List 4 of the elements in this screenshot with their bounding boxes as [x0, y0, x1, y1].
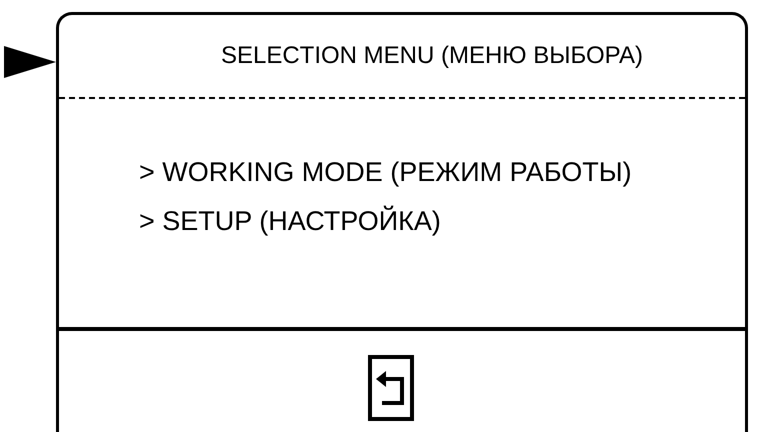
menu-item[interactable]: > WORKING MODE (РЕЖИМ РАБОТЫ) [139, 157, 632, 188]
menu-title: SELECTION MENU (МЕНЮ ВЫБОРА) [220, 42, 644, 70]
back-icon[interactable] [368, 355, 414, 421]
menu-item[interactable]: > SETUP (НАСТРОЙКА) [139, 206, 441, 237]
